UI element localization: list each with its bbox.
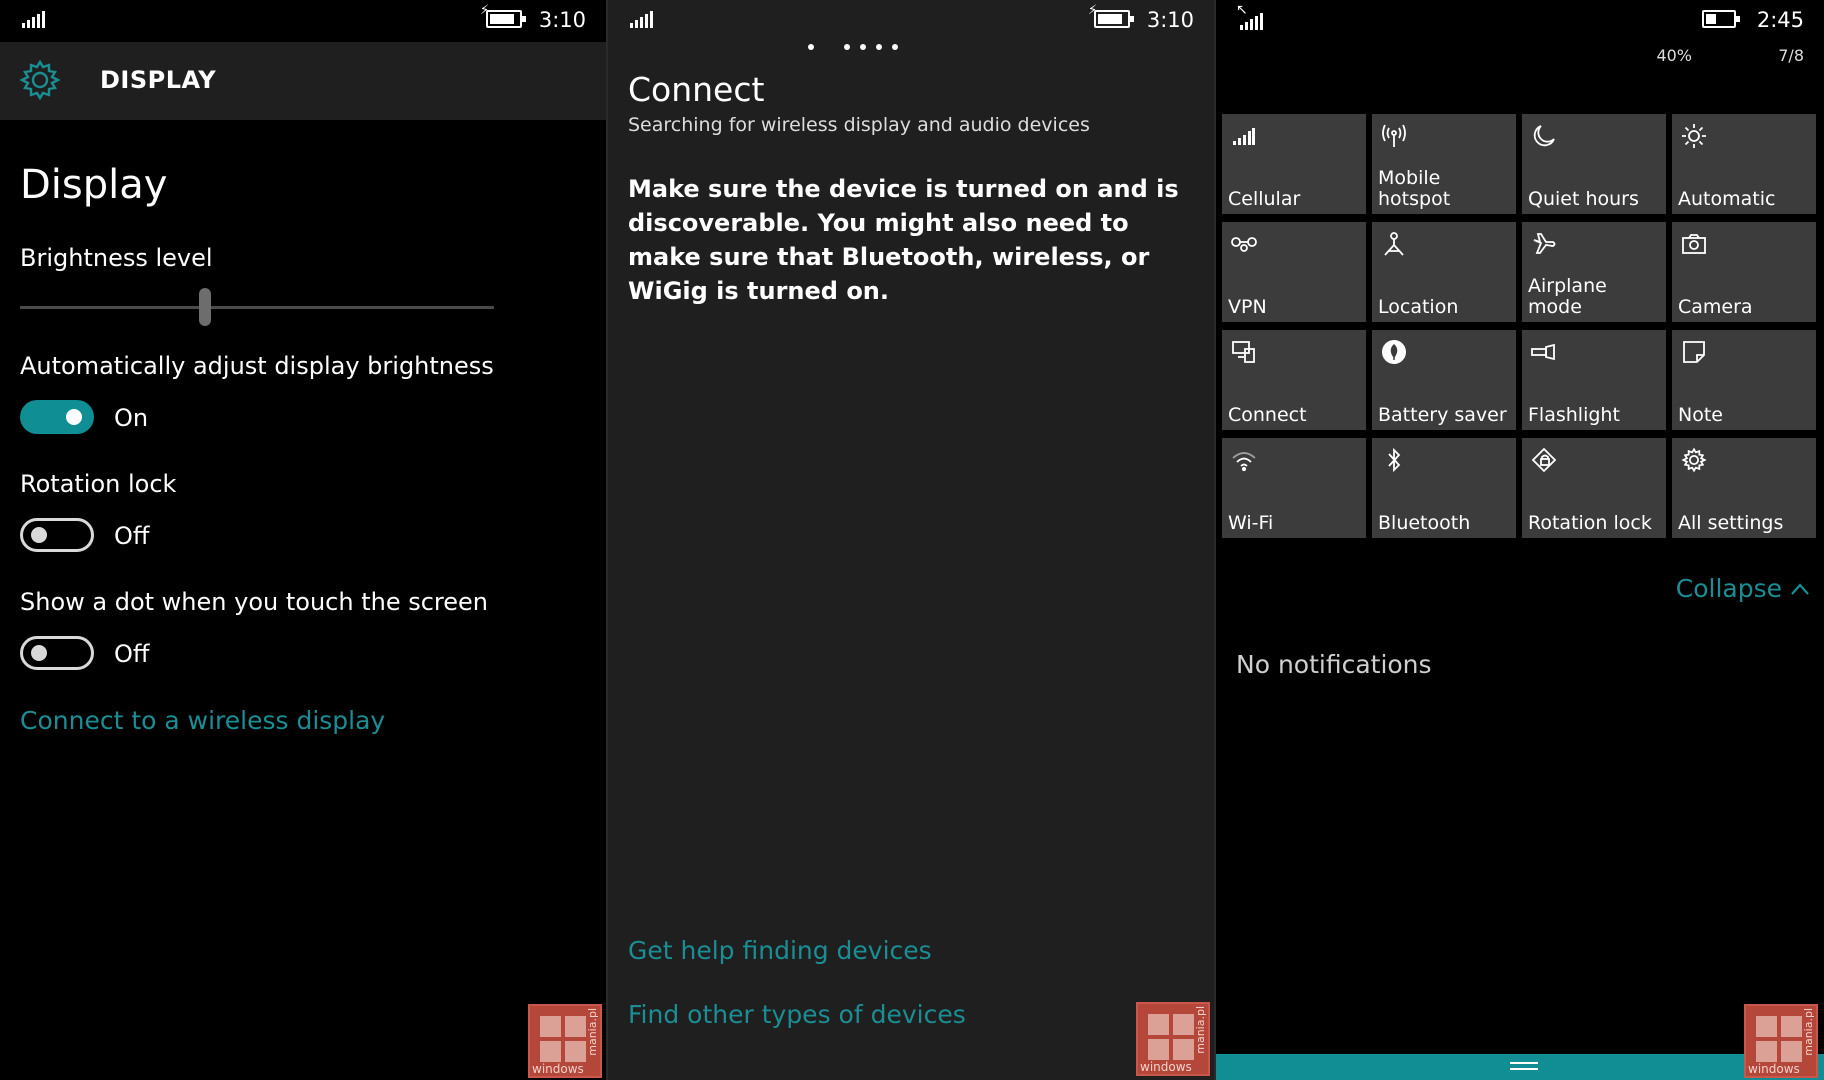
airplane-icon xyxy=(1530,230,1558,258)
display-settings-screen: ⚡ 3:10 DISPLAY Display Brightness level … xyxy=(0,0,606,1080)
rotation-lock-icon xyxy=(1530,446,1558,474)
rotation-lock-label: Rotation lock xyxy=(20,470,177,498)
quick-action-label: All settings xyxy=(1678,512,1784,534)
header-title: DISPLAY xyxy=(100,66,217,94)
brightness-slider-thumb[interactable] xyxy=(199,288,211,326)
connect-screen: ⚡ 3:10 Connect Searching for wireless di… xyxy=(608,0,1214,1080)
drag-handle-icon[interactable] xyxy=(1510,1062,1538,1070)
rotation-lock-state: Off xyxy=(114,522,150,550)
settings-header: DISPLAY xyxy=(0,42,606,120)
quick-action-tile[interactable]: Flashlight xyxy=(1522,330,1666,430)
quick-action-label: Rotation lock xyxy=(1528,512,1652,534)
battery-charging-icon: ⚡ xyxy=(1088,4,1134,28)
quick-action-label: Bluetooth xyxy=(1378,512,1471,534)
quick-action-label: Cellular xyxy=(1228,188,1301,210)
brightness-label: Brightness level xyxy=(20,244,213,272)
auto-adjust-label: Automatically adjust display brightness xyxy=(20,352,494,380)
quick-action-tile[interactable]: Automatic xyxy=(1672,114,1816,214)
gear-icon xyxy=(1680,446,1708,474)
clock: 3:10 xyxy=(538,8,586,32)
watermark-logo: windows mania.pl xyxy=(1744,1004,1818,1078)
quick-action-tile[interactable]: Airplane mode xyxy=(1522,222,1666,322)
signal-icon xyxy=(1240,12,1263,30)
signal-icon xyxy=(22,10,45,28)
quick-action-label: Wi-Fi xyxy=(1228,512,1274,534)
quick-action-tile[interactable]: All settings xyxy=(1672,438,1816,538)
page-subtitle: Searching for wireless display and audio… xyxy=(628,114,1090,136)
quick-action-label: Mobile hotspot xyxy=(1378,167,1451,210)
status-bar: ↖ 2:45 xyxy=(1216,0,1824,42)
quick-action-label: Connect xyxy=(1228,404,1307,426)
chevron-up-icon xyxy=(1791,582,1809,595)
battery-saver-icon xyxy=(1380,338,1408,366)
quick-action-tile[interactable]: Connect xyxy=(1222,330,1366,430)
watermark-logo: windows mania.pl xyxy=(528,1004,602,1078)
quick-action-tile[interactable]: Note xyxy=(1672,330,1816,430)
no-notifications-text: No notifications xyxy=(1236,650,1432,679)
quick-actions-grid: Cellular Mobile hotspot Quiet hours Automat… xyxy=(1222,114,1820,538)
drag-handle-bar[interactable] xyxy=(1216,1054,1824,1080)
location-icon xyxy=(1380,230,1408,258)
auto-adjust-state: On xyxy=(114,404,149,432)
sun-icon xyxy=(1680,122,1708,150)
quick-action-tile[interactable]: Battery saver xyxy=(1372,330,1516,430)
quick-action-tile[interactable]: Wi-Fi xyxy=(1222,438,1366,538)
quick-action-tile[interactable]: Location xyxy=(1372,222,1516,322)
page-title: Connect xyxy=(628,70,765,109)
rotation-lock-toggle[interactable] xyxy=(20,518,94,552)
gear-icon xyxy=(19,59,61,101)
quick-action-label: Flashlight xyxy=(1528,404,1620,426)
quick-action-tile[interactable]: Camera xyxy=(1672,222,1816,322)
wifi-icon xyxy=(1230,446,1258,474)
touch-dot-state: Off xyxy=(114,640,150,668)
touch-dot-label: Show a dot when you touch the screen xyxy=(20,588,488,616)
quick-action-tile[interactable]: Quiet hours xyxy=(1522,114,1666,214)
battery-percent: 40% xyxy=(1656,46,1692,65)
quick-action-label: Quiet hours xyxy=(1528,188,1639,210)
quick-action-tile[interactable]: Cellular xyxy=(1222,114,1366,214)
quick-action-label: Airplane mode xyxy=(1528,275,1607,318)
quick-action-tile[interactable]: Mobile hotspot xyxy=(1372,114,1516,214)
clock: 3:10 xyxy=(1146,8,1194,32)
progress-dots-icon xyxy=(808,44,898,50)
action-center-screen: ↖ 2:45 40% 7/8 Cellular Mobile hotspot Qui… xyxy=(1216,0,1824,1080)
signal-icon xyxy=(630,10,653,28)
auto-adjust-toggle[interactable] xyxy=(20,400,94,434)
touch-dot-toggle[interactable] xyxy=(20,636,94,670)
connect-icon xyxy=(1230,338,1258,366)
status-bar: ⚡ 3:10 xyxy=(608,0,1214,42)
quick-action-label: Location xyxy=(1378,296,1459,318)
quick-action-tile[interactable]: Rotation lock xyxy=(1522,438,1666,538)
watermark-logo: windows mania.pl xyxy=(1136,1002,1210,1076)
help-finding-devices-link[interactable]: Get help finding devices xyxy=(628,936,932,965)
quick-action-label: VPN xyxy=(1228,296,1267,318)
collapse-label: Collapse xyxy=(1675,574,1782,603)
quick-action-label: Automatic xyxy=(1678,188,1776,210)
bluetooth-icon xyxy=(1380,446,1408,474)
clock: 2:45 xyxy=(1756,8,1804,32)
moon-icon xyxy=(1530,122,1558,150)
instruction-message: Make sure the device is turned on and is… xyxy=(628,175,1179,305)
flashlight-icon xyxy=(1530,338,1558,366)
battery-icon xyxy=(1702,10,1740,28)
quick-action-tile[interactable]: Bluetooth xyxy=(1372,438,1516,538)
note-icon xyxy=(1680,338,1708,366)
battery-charging-icon: ⚡ xyxy=(480,4,526,28)
collapse-button[interactable]: Collapse xyxy=(1676,574,1810,603)
vpn-icon xyxy=(1230,230,1258,258)
date: 7/8 xyxy=(1778,46,1804,65)
find-other-devices-link[interactable]: Find other types of devices xyxy=(628,1000,966,1029)
page-title: Display xyxy=(20,162,168,208)
brightness-slider-track[interactable] xyxy=(20,306,494,309)
hotspot-icon xyxy=(1380,122,1408,150)
quick-action-tile[interactable]: VPN xyxy=(1222,222,1366,322)
connect-wireless-display-link[interactable]: Connect to a wireless display xyxy=(20,706,385,735)
quick-action-label: Note xyxy=(1678,404,1723,426)
cellular-icon xyxy=(1230,122,1258,150)
status-bar: ⚡ 3:10 xyxy=(0,0,606,42)
quick-action-label: Camera xyxy=(1678,296,1753,318)
quick-action-label: Battery saver xyxy=(1378,404,1507,426)
camera-icon xyxy=(1680,230,1708,258)
